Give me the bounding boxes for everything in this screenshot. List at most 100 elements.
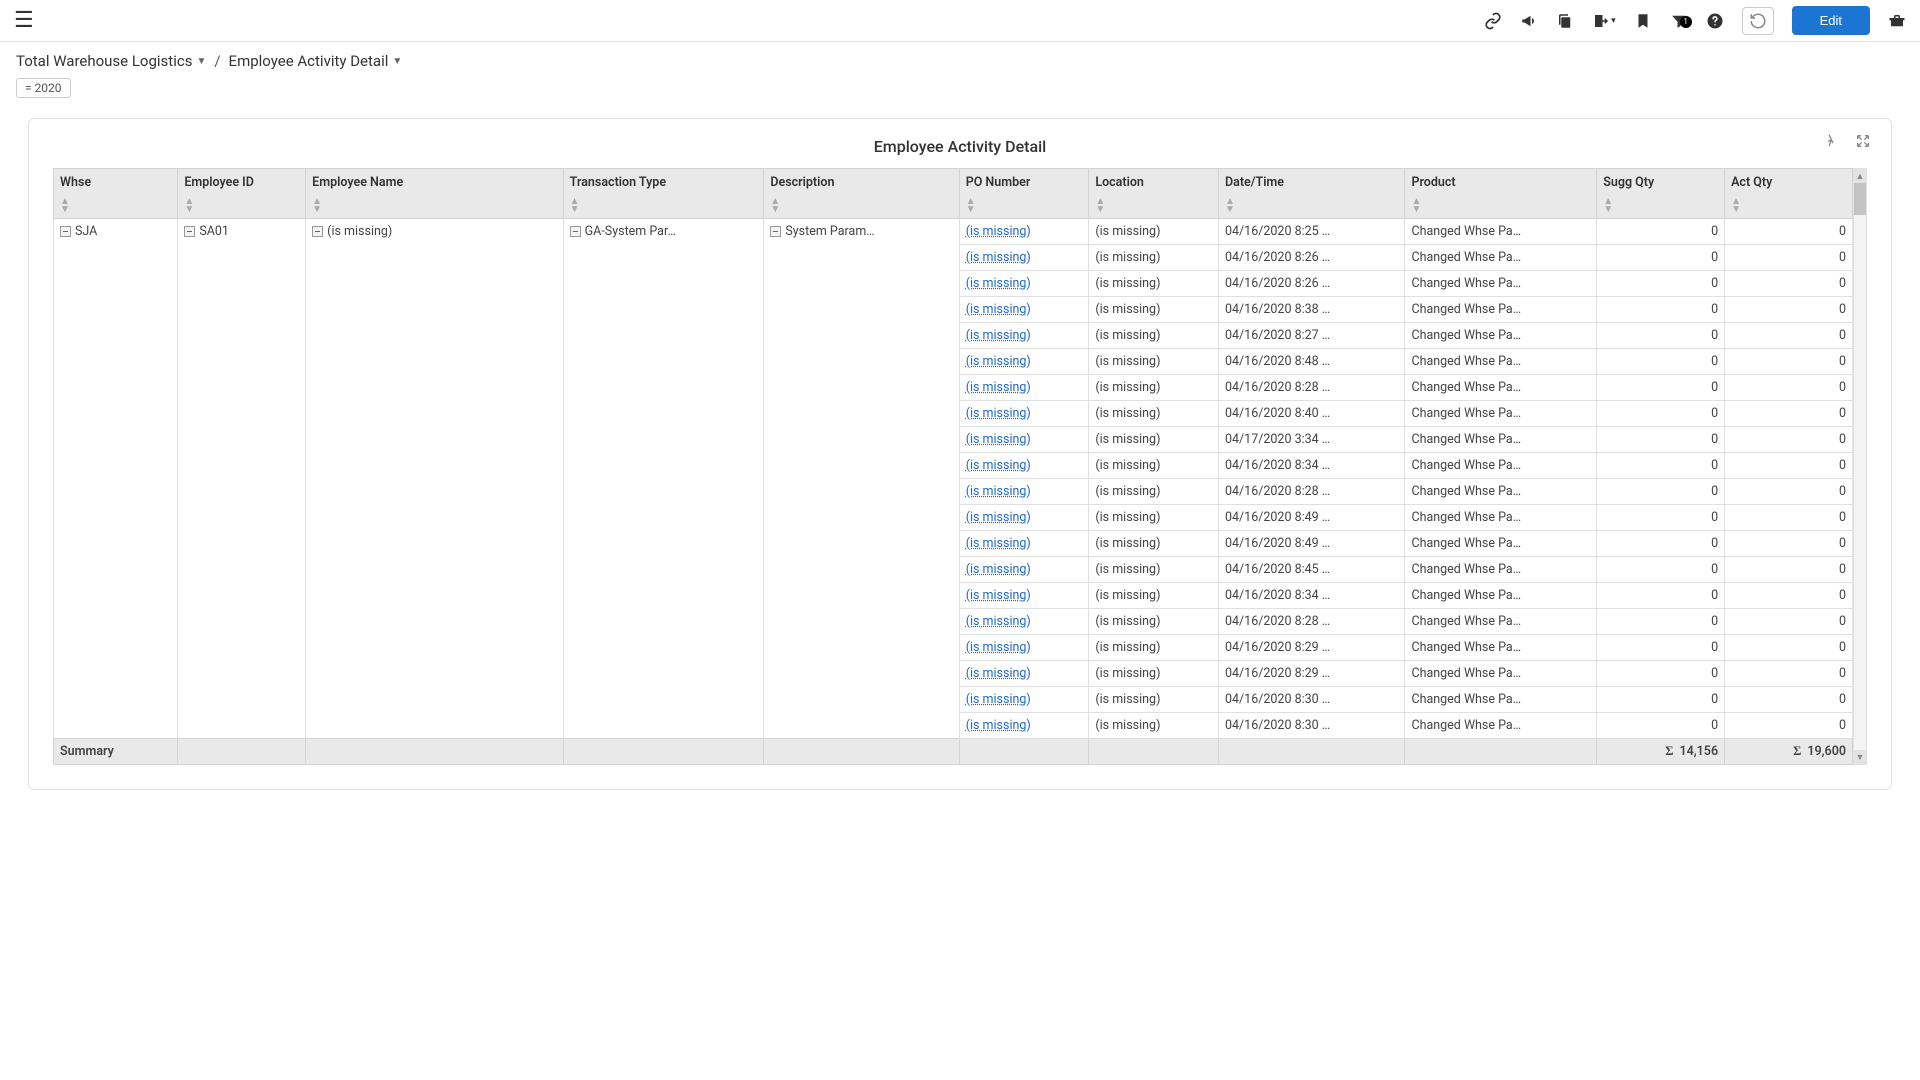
table-row[interactable]: (is missing)(is missing)04/16/2020 8:40 … — [54, 401, 1853, 427]
cell-product: Changed Whse Pa… — [1405, 219, 1597, 245]
cell-datetime: 04/16/2020 8:30 … — [1218, 687, 1404, 713]
cell-po-number[interactable]: (is missing) — [959, 427, 1089, 453]
vertical-scrollbar[interactable]: ▲ ▼ — [1853, 168, 1867, 765]
cell-po-number[interactable]: (is missing) — [959, 713, 1089, 739]
toolbar-actions: ▾ 1 Edit — [1484, 6, 1906, 35]
collapse-icon[interactable] — [312, 226, 323, 237]
cell-act-qty: 0 — [1725, 635, 1853, 661]
breadcrumb-workspace[interactable]: Total Warehouse Logistics▼ — [16, 52, 206, 70]
cell-act-qty: 0 — [1725, 557, 1853, 583]
table-row[interactable]: (is missing)(is missing)04/16/2020 8:26 … — [54, 271, 1853, 297]
edit-button[interactable]: Edit — [1792, 6, 1870, 35]
copy-icon[interactable] — [1556, 12, 1574, 30]
cell-sugg-qty: 0 — [1597, 557, 1725, 583]
column-header-description[interactable]: Description▲▼ — [764, 169, 959, 219]
column-header-po_number[interactable]: PO Number▲▼ — [959, 169, 1089, 219]
cell-location: (is missing) — [1089, 453, 1219, 479]
column-header-act_qty[interactable]: Act Qty▲▼ — [1725, 169, 1853, 219]
table-row[interactable]: (is missing)(is missing)04/16/2020 8:30 … — [54, 713, 1853, 739]
cell-po-number[interactable]: (is missing) — [959, 635, 1089, 661]
column-header-product[interactable]: Product▲▼ — [1405, 169, 1597, 219]
cell-po-number[interactable]: (is missing) — [959, 479, 1089, 505]
column-header-employee_id[interactable]: Employee ID▲▼ — [178, 169, 306, 219]
table-row[interactable]: (is missing)(is missing)04/17/2020 3:34 … — [54, 427, 1853, 453]
cell-po-number[interactable]: (is missing) — [959, 375, 1089, 401]
filter-chip[interactable]: = 2020 — [16, 78, 71, 98]
collapse-icon[interactable] — [770, 226, 781, 237]
link-icon[interactable] — [1484, 12, 1502, 30]
collapse-icon[interactable] — [570, 226, 581, 237]
table-row[interactable]: (is missing)(is missing)04/16/2020 8:28 … — [54, 479, 1853, 505]
table-row[interactable]: (is missing)(is missing)04/16/2020 8:38 … — [54, 297, 1853, 323]
column-header-sugg_qty[interactable]: Sugg Qty▲▼ — [1597, 169, 1725, 219]
cell-sugg-qty: 0 — [1597, 219, 1725, 245]
cell-po-number[interactable]: (is missing) — [959, 349, 1089, 375]
breadcrumb-page[interactable]: Employee Activity Detail▼ — [229, 52, 403, 70]
column-header-employee_name[interactable]: Employee Name▲▼ — [306, 169, 564, 219]
cell-po-number[interactable]: (is missing) — [959, 401, 1089, 427]
collapse-icon[interactable] — [60, 226, 71, 237]
table-row[interactable]: (is missing)(is missing)04/16/2020 8:29 … — [54, 661, 1853, 687]
table-row[interactable]: (is missing)(is missing)04/16/2020 8:29 … — [54, 635, 1853, 661]
cell-act-qty: 0 — [1725, 479, 1853, 505]
table-row[interactable]: (is missing)(is missing)04/16/2020 8:26 … — [54, 245, 1853, 271]
cell-po-number[interactable]: (is missing) — [959, 583, 1089, 609]
cell-po-number[interactable]: (is missing) — [959, 245, 1089, 271]
cell-po-number[interactable]: (is missing) — [959, 219, 1089, 245]
table-row[interactable]: (is missing)(is missing)04/16/2020 8:28 … — [54, 375, 1853, 401]
column-header-transaction_type[interactable]: Transaction Type▲▼ — [563, 169, 764, 219]
card-title: Employee Activity Detail — [53, 137, 1867, 156]
cell-location: (is missing) — [1089, 609, 1219, 635]
export-icon[interactable]: ▾ — [1592, 12, 1616, 30]
cell-datetime: 04/16/2020 8:28 … — [1218, 375, 1404, 401]
column-header-whse[interactable]: Whse▲▼ — [54, 169, 178, 219]
cell-po-number[interactable]: (is missing) — [959, 531, 1089, 557]
cell-po-number[interactable]: (is missing) — [959, 297, 1089, 323]
table-row[interactable]: (is missing)(is missing)04/16/2020 8:49 … — [54, 505, 1853, 531]
cell-product: Changed Whse Pa… — [1405, 687, 1597, 713]
table-row[interactable]: (is missing)(is missing)04/16/2020 8:28 … — [54, 609, 1853, 635]
cell-po-number[interactable]: (is missing) — [959, 505, 1089, 531]
cell-sugg-qty: 0 — [1597, 635, 1725, 661]
reload-button[interactable] — [1742, 7, 1774, 35]
cell-po-number[interactable]: (is missing) — [959, 557, 1089, 583]
cell-datetime: 04/16/2020 8:29 … — [1218, 635, 1404, 661]
cell-location: (is missing) — [1089, 375, 1219, 401]
filter-icon[interactable]: 1 — [1670, 12, 1688, 30]
table-body: SJASA01(is missing)GA-System Par…System … — [54, 219, 1853, 739]
cell-po-number[interactable]: (is missing) — [959, 271, 1089, 297]
table-row[interactable]: (is missing)(is missing)04/16/2020 8:34 … — [54, 583, 1853, 609]
cell-po-number[interactable]: (is missing) — [959, 323, 1089, 349]
cell-po-number[interactable]: (is missing) — [959, 687, 1089, 713]
table-row[interactable]: (is missing)(is missing)04/16/2020 8:34 … — [54, 453, 1853, 479]
download-arrow-icon[interactable] — [1823, 133, 1839, 153]
megaphone-icon[interactable] — [1520, 12, 1538, 30]
cell-product: Changed Whse Pa… — [1405, 479, 1597, 505]
bookmark-icon[interactable] — [1634, 12, 1652, 30]
cell-sugg-qty: 0 — [1597, 453, 1725, 479]
cell-po-number[interactable]: (is missing) — [959, 609, 1089, 635]
collapse-icon[interactable] — [184, 226, 195, 237]
table-row[interactable]: (is missing)(is missing)04/16/2020 8:48 … — [54, 349, 1853, 375]
scroll-down-icon[interactable]: ▼ — [1854, 750, 1866, 764]
cell-sugg-qty: 0 — [1597, 375, 1725, 401]
table-row[interactable]: (is missing)(is missing)04/16/2020 8:49 … — [54, 531, 1853, 557]
cell-po-number[interactable]: (is missing) — [959, 453, 1089, 479]
cell-sugg-qty: 0 — [1597, 323, 1725, 349]
help-icon[interactable] — [1706, 12, 1724, 30]
cell-sugg-qty: 0 — [1597, 583, 1725, 609]
scroll-thumb[interactable] — [1854, 183, 1866, 215]
cell-act-qty: 0 — [1725, 583, 1853, 609]
table-row[interactable]: (is missing)(is missing)04/16/2020 8:27 … — [54, 323, 1853, 349]
scroll-up-icon[interactable]: ▲ — [1854, 169, 1866, 183]
cell-po-number[interactable]: (is missing) — [959, 661, 1089, 687]
table-row[interactable]: SJASA01(is missing)GA-System Par…System … — [54, 219, 1853, 245]
briefcase-icon[interactable] — [1888, 12, 1906, 30]
column-header-datetime[interactable]: Date/Time▲▼ — [1218, 169, 1404, 219]
menu-icon[interactable]: ☰ — [14, 8, 34, 33]
column-header-location[interactable]: Location▲▼ — [1089, 169, 1219, 219]
expand-icon[interactable] — [1855, 133, 1871, 153]
table-row[interactable]: (is missing)(is missing)04/16/2020 8:30 … — [54, 687, 1853, 713]
cell-datetime: 04/16/2020 8:26 … — [1218, 245, 1404, 271]
table-row[interactable]: (is missing)(is missing)04/16/2020 8:45 … — [54, 557, 1853, 583]
